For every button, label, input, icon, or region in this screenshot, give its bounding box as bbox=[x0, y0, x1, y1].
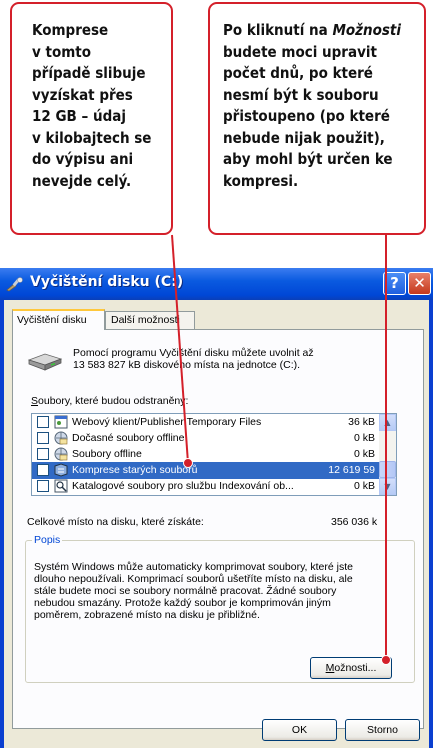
list-item[interactable]: Webový klient/Publisher Temporary Files … bbox=[32, 414, 379, 431]
callout-line: přistoupeno (po které bbox=[223, 107, 390, 125]
web-page-icon bbox=[54, 415, 68, 429]
scroll-up-icon[interactable]: ▲ bbox=[379, 414, 396, 431]
files-list-header-accel: S bbox=[31, 395, 39, 407]
compress-icon bbox=[54, 463, 68, 477]
callout-line: nevejde celý. bbox=[32, 171, 132, 190]
callout-line: aby mohl být určen ke bbox=[223, 150, 393, 168]
callout-line: v kilobajtech se bbox=[32, 128, 152, 147]
item-checkbox[interactable] bbox=[37, 416, 49, 428]
intro-line-2: 13 583 827 kB diskového místa na jednotc… bbox=[73, 359, 301, 371]
hard-drive-icon bbox=[27, 353, 63, 371]
callout-options-note: Po kliknutí na Možnosti budete moci upra… bbox=[208, 2, 426, 235]
item-name: Soubory offline bbox=[72, 448, 142, 460]
intro-line-1: Pomocí programu Vyčištění disku můžete u… bbox=[73, 347, 314, 359]
total-space-value: 356 036 k bbox=[331, 516, 378, 528]
item-name: Webový klient/Publisher Temporary Files bbox=[72, 416, 262, 428]
callout-line: kompresi. bbox=[223, 171, 299, 190]
callout-text: Po kliknutí na bbox=[223, 21, 333, 39]
item-name: Dočasné soubory offline bbox=[72, 432, 185, 444]
description-line: Systém Windows může automaticky komprimo… bbox=[34, 561, 353, 573]
callout-line: 12 GB – údaj bbox=[32, 107, 126, 125]
callout-line: budete moci upravit bbox=[223, 42, 377, 61]
title-bar[interactable]: Vyčištění disku (C:) ? ✕ bbox=[0, 268, 433, 300]
callout-line: Po kliknutí na Možnosti bbox=[223, 20, 416, 42]
item-size: 0 kB bbox=[353, 480, 375, 492]
files-to-delete-list[interactable]: Webový klient/Publisher Temporary Files … bbox=[31, 413, 397, 496]
description-text: Systém Windows může automaticky komprimo… bbox=[34, 561, 410, 621]
scroll-down-icon[interactable]: ▼ bbox=[379, 478, 396, 495]
item-checkbox[interactable] bbox=[37, 464, 49, 476]
item-checkbox[interactable] bbox=[37, 480, 49, 492]
total-space-label: Celkové místo na disku, které získáte: bbox=[27, 516, 204, 528]
window-title: Vyčištění disku (C:) bbox=[30, 274, 184, 290]
callout-line: případě slibuje bbox=[32, 64, 146, 82]
callout-line: vyzískat přes bbox=[32, 85, 133, 104]
item-size: 36 kB bbox=[348, 416, 375, 428]
tab-disk-cleanup[interactable]: Vyčištění disku bbox=[12, 309, 105, 330]
item-size: 0 kB bbox=[353, 448, 375, 460]
tab-panel: Pomocí programu Vyčištění disku můžete u… bbox=[12, 329, 424, 729]
scroll-thumb[interactable] bbox=[379, 461, 396, 478]
callout-line: do výpisu ani bbox=[32, 150, 134, 168]
description-line: nebudou smazány. Protože každý soubor je… bbox=[34, 597, 331, 609]
list-item-selected[interactable]: Komprese starých souborů 12 619 59 bbox=[32, 462, 379, 479]
tab-more-options[interactable]: Další možnosti bbox=[105, 311, 195, 330]
description-line: stále budete moci se soubory normálně pr… bbox=[34, 585, 337, 597]
callout-compression-note: Komprese v tomto případě slibuje vyzíska… bbox=[10, 2, 173, 235]
list-scrollbar[interactable]: ▲ ▼ bbox=[379, 414, 396, 495]
offline-files-icon bbox=[54, 447, 68, 461]
callout-line: nebude nijak použit), bbox=[223, 128, 385, 147]
options-button[interactable]: Možnosti... bbox=[310, 657, 392, 679]
callout-line: nesmí být k souboru bbox=[223, 85, 379, 104]
callout-line: počet dnů, po které bbox=[223, 64, 373, 82]
offline-files-icon bbox=[54, 431, 68, 445]
item-name: Komprese starých souborů bbox=[72, 464, 198, 476]
item-size: 12 619 59 bbox=[328, 464, 375, 476]
files-list-header-text: oubory, které budou odstraněny: bbox=[38, 395, 189, 407]
help-button[interactable]: ? bbox=[383, 272, 406, 295]
catalog-icon bbox=[54, 479, 68, 493]
callout-emphasis: Možnosti bbox=[332, 21, 402, 39]
description-label: Popis bbox=[32, 534, 63, 546]
dialog-client: Vyčištění disku Další možnosti Pomocí pr… bbox=[4, 300, 429, 748]
list-item[interactable]: Dočasné soubory offline 0 kB bbox=[32, 430, 379, 447]
close-button[interactable]: ✕ bbox=[408, 272, 431, 295]
list-item[interactable]: Soubory offline 0 kB bbox=[32, 446, 379, 463]
item-size: 0 kB bbox=[353, 432, 375, 444]
callout-line: v tomto bbox=[32, 42, 92, 61]
description-line: poměrem, zobrazené místo na disku je při… bbox=[34, 609, 260, 621]
description-line: dlouho nepoužívali. Komprimací souborů u… bbox=[34, 573, 353, 585]
item-checkbox[interactable] bbox=[37, 432, 49, 444]
broom-icon bbox=[6, 277, 23, 292]
ok-button[interactable]: OK bbox=[262, 719, 337, 741]
item-name: Katalogové soubory pro službu Indexování… bbox=[72, 480, 294, 492]
cancel-button[interactable]: Storno bbox=[345, 719, 420, 741]
disk-cleanup-window: Vyčištění disku (C:) ? ✕ Vyčištění disku… bbox=[0, 268, 433, 748]
item-checkbox[interactable] bbox=[37, 448, 49, 460]
list-item[interactable]: Katalogové soubory pro službu Indexování… bbox=[32, 478, 379, 495]
files-list-header: Soubory, které budou odstraněny: bbox=[31, 395, 188, 407]
callout-line: Komprese bbox=[32, 21, 109, 39]
options-label: ožnosti... bbox=[334, 662, 377, 674]
